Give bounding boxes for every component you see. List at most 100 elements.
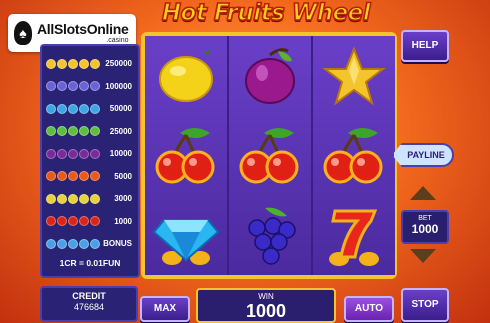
paytable-symbol-icon	[46, 81, 56, 91]
paytable-symbols	[46, 193, 100, 204]
paytable-symbol-icon	[46, 148, 56, 159]
paytable-row: BONUS	[42, 234, 138, 253]
paytable-symbol-icon	[79, 103, 89, 114]
paytable-symbol-icon	[46, 171, 56, 181]
paytable-symbol-icon	[57, 238, 67, 249]
paytable-symbol-icon	[57, 58, 67, 69]
win-value: 1000	[245, 301, 287, 321]
paytable-symbol-icon	[79, 126, 89, 136]
bet-label: BET	[418, 215, 432, 222]
autoplay-button[interactable]: AUTO	[344, 296, 394, 322]
paytable-row: 10000	[42, 144, 138, 163]
paytable-row: 1000	[42, 212, 138, 231]
paytable-value: 10000	[109, 149, 132, 158]
reel-3	[313, 36, 395, 275]
credit-ratio-label: 1CR = 0.01FUN	[59, 258, 121, 268]
paytable: 250000 100000 50000 25000 10000 5000 3000 1000 B…	[40, 44, 140, 278]
paytable-symbol-icon	[90, 193, 100, 204]
help-button[interactable]: HELP	[401, 30, 449, 62]
paytable-row: 3000	[42, 189, 138, 208]
bet-decrease-arrow-icon[interactable]	[410, 249, 436, 263]
paytable-value: 5000	[114, 171, 132, 181]
seven-icon	[313, 196, 395, 276]
cherries-icon	[145, 116, 227, 196]
paytable-symbol-icon	[57, 126, 67, 136]
paytable-symbol-icon	[46, 103, 56, 114]
paytable-symbol-icon	[90, 216, 100, 226]
paytable-symbols	[46, 148, 100, 159]
paytable-symbol-icon	[79, 193, 89, 204]
paytable-value: 50000	[109, 104, 132, 113]
paytable-row: 25000	[42, 122, 138, 141]
paytable-value: BONUS	[103, 239, 132, 248]
paytable-symbol-icon	[79, 216, 89, 226]
diamond-icon	[145, 196, 227, 276]
paytable-symbols	[46, 58, 100, 69]
cherries-icon	[313, 116, 395, 196]
paytable-row: 5000	[42, 167, 138, 186]
paytable-symbol-icon	[68, 148, 78, 159]
paytable-symbol-icon	[79, 238, 89, 249]
cherries-icon	[229, 116, 311, 196]
paytable-value: 100000	[105, 81, 132, 91]
paytable-symbol-icon	[57, 81, 67, 91]
paytable-symbol-icon	[90, 148, 100, 159]
bet-increase-arrow-icon[interactable]	[410, 186, 436, 200]
paytable-symbol-icon	[57, 103, 67, 114]
paytable-value: 250000	[105, 59, 132, 68]
reel-area	[141, 32, 397, 279]
paytable-symbol-icon	[57, 193, 67, 204]
star-icon	[313, 36, 395, 116]
win-label: WIN	[258, 292, 274, 301]
stop-spin-button[interactable]: STOP	[401, 288, 449, 322]
paytable-symbol-icon	[90, 103, 100, 114]
paytable-row: 50000	[42, 99, 138, 118]
paytable-value: 3000	[114, 194, 132, 203]
paytable-symbol-icon	[46, 58, 56, 69]
paytable-symbol-icon	[68, 81, 78, 91]
paytable-symbol-icon	[57, 171, 67, 181]
paytable-symbol-icon	[90, 238, 100, 249]
paytable-symbol-icon	[79, 81, 89, 91]
paytable-symbol-icon	[90, 171, 100, 181]
paytable-symbol-icon	[68, 238, 78, 249]
paytable-symbols	[46, 171, 100, 181]
reel-2	[229, 36, 311, 275]
paytable-symbol-icon	[90, 81, 100, 91]
paytable-symbol-icon	[79, 58, 89, 69]
payline-indicator: PAYLINE	[392, 143, 454, 167]
paytable-value: 25000	[109, 126, 132, 136]
paytable-symbol-icon	[46, 126, 56, 136]
grapes-icon	[229, 196, 311, 276]
paytable-symbols	[46, 126, 100, 136]
spade-icon: ♠	[14, 21, 32, 45]
paytable-symbol-icon	[57, 148, 67, 159]
credit-label: CREDIT	[72, 291, 106, 301]
paytable-row: 250000	[42, 54, 138, 73]
plum-icon	[229, 36, 311, 116]
paytable-symbol-icon	[68, 193, 78, 204]
paytable-symbol-icon	[68, 58, 78, 69]
paytable-symbol-icon	[79, 171, 89, 181]
paytable-symbol-icon	[68, 216, 78, 226]
paytable-symbol-icon	[57, 216, 67, 226]
paytable-value: 1000	[114, 216, 132, 226]
paytable-symbol-icon	[79, 148, 89, 159]
paytable-symbol-icon	[90, 58, 100, 69]
paytable-symbol-icon	[68, 126, 78, 136]
paytable-symbols	[46, 238, 100, 249]
max-bet-button[interactable]: MAX	[140, 296, 190, 322]
paytable-symbols	[46, 103, 100, 114]
logo-text: AllSlotsOnline	[37, 21, 129, 37]
paytable-symbol-icon	[46, 193, 56, 204]
credit-value: 476684	[73, 302, 105, 312]
paytable-symbol-icon	[46, 216, 56, 226]
paytable-row: 100000	[42, 77, 138, 96]
credit-display: CREDIT 476684	[40, 286, 138, 322]
lemon-icon	[145, 36, 227, 116]
paytable-symbol-icon	[68, 103, 78, 114]
reel-1	[145, 36, 227, 275]
paytable-symbol-icon	[68, 171, 78, 181]
win-display: WIN 1000	[196, 288, 336, 323]
paytable-symbol-icon	[90, 126, 100, 136]
